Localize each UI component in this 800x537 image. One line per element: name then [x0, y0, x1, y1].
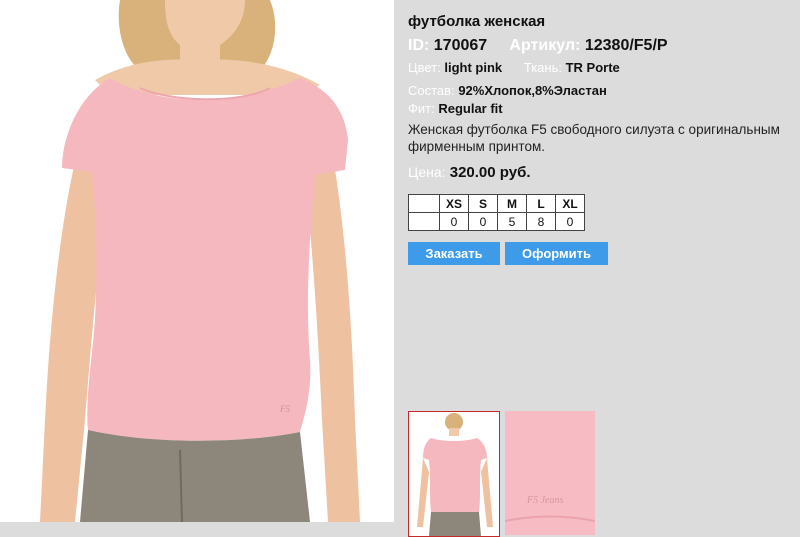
article-value: 12380/F5/P [584, 37, 668, 54]
checkout-button[interactable]: Оформить [505, 242, 608, 265]
stock-l[interactable]: 8 [526, 212, 556, 231]
size-header-l: L [526, 194, 556, 213]
size-header-xs: XS [439, 194, 469, 213]
stock-row: 0 0 5 8 0 [408, 212, 585, 231]
fit-line: Фит: Regular fit [408, 101, 503, 116]
thumbnail-brand-print: F5 Jeans [526, 495, 563, 506]
id-article-line: ID: 170067 Артикул: 12380/F5/P [408, 37, 668, 55]
order-button[interactable]: Заказать [408, 242, 500, 265]
size-header-s: S [468, 194, 498, 213]
thumbnail-model-image [409, 412, 499, 536]
thumbnail-fabric-detail[interactable]: F5 Jeans [505, 411, 595, 535]
stock-m[interactable]: 5 [497, 212, 527, 231]
thumbnail-model[interactable] [408, 411, 500, 537]
size-stock-table: XS S M L XL 0 0 5 8 0 [408, 194, 585, 231]
composition-line: Состав: 92%Хлопок,8%Эластан [408, 83, 607, 98]
brand-print-mark: F5 [279, 404, 290, 414]
color-value: light pink [444, 60, 503, 75]
fabric-value: TR Porte [565, 60, 620, 75]
id-value: 170067 [433, 37, 488, 54]
price-label: Цена: [408, 164, 446, 180]
fit-value: Regular fit [438, 101, 503, 116]
price-line: Цена: 320.00 руб. [408, 164, 531, 181]
composition-value: 92%Хлопок,8%Эластан [458, 83, 607, 98]
thumbnail-fabric-image: F5 Jeans [505, 411, 595, 535]
fit-label: Фит: [408, 101, 435, 116]
product-description: Женская футболка F5 свободного силуэта с… [408, 122, 780, 154]
stock-xl[interactable]: 0 [555, 212, 585, 231]
product-title: футболка женская [408, 13, 546, 30]
price-value: 320.00 руб. [449, 164, 531, 181]
main-product-image: F5 [0, 0, 394, 522]
stock-xs[interactable]: 0 [439, 212, 469, 231]
composition-label: Состав: [408, 83, 455, 98]
size-header-row: XS S M L XL [408, 194, 585, 213]
fabric-label: Ткань: [523, 60, 562, 75]
size-corner-cell [408, 194, 440, 213]
color-fabric-line: Цвет: light pink Ткань: TR Porte [408, 60, 620, 75]
size-header-m: M [497, 194, 527, 213]
model-photo-illustration: F5 [0, 0, 394, 522]
size-header-xl: XL [555, 194, 585, 213]
article-label: Артикул: [509, 37, 581, 54]
id-label: ID: [408, 37, 430, 54]
stock-s[interactable]: 0 [468, 212, 498, 231]
color-label: Цвет: [408, 60, 441, 75]
stock-corner-cell [408, 212, 440, 231]
